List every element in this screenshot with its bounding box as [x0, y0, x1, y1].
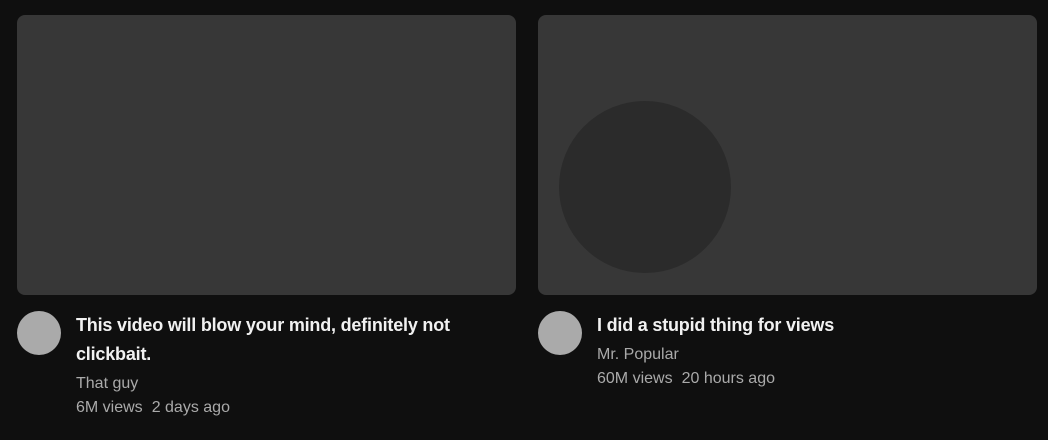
- video-thumbnail[interactable]: [538, 15, 1037, 295]
- video-stats: 6M views 2 days ago: [76, 396, 496, 420]
- channel-avatar[interactable]: [17, 311, 61, 355]
- video-card[interactable]: This video will blow your mind, definite…: [17, 15, 516, 421]
- video-details: I did a stupid thing for views Mr. Popul…: [597, 311, 1017, 391]
- view-count: 60M views: [597, 370, 673, 387]
- video-thumbnail[interactable]: [17, 15, 516, 295]
- video-card[interactable]: I did a stupid thing for views Mr. Popul…: [538, 15, 1037, 421]
- channel-name[interactable]: That guy: [76, 372, 496, 396]
- video-meta: I did a stupid thing for views Mr. Popul…: [538, 311, 1037, 421]
- channel-avatar[interactable]: [538, 311, 582, 355]
- video-meta: This video will blow your mind, definite…: [17, 311, 516, 421]
- upload-age: 20 hours ago: [681, 370, 775, 387]
- video-details: This video will blow your mind, definite…: [76, 311, 496, 420]
- upload-age: 2 days ago: [151, 399, 230, 416]
- view-count: 6M views: [76, 399, 143, 416]
- video-title[interactable]: This video will blow your mind, definite…: [76, 311, 496, 369]
- video-grid: This video will blow your mind, definite…: [0, 0, 1048, 440]
- thumbnail-placeholder-shape: [559, 101, 731, 273]
- video-title[interactable]: I did a stupid thing for views: [597, 311, 1017, 340]
- video-stats: 60M views 20 hours ago: [597, 367, 1017, 391]
- channel-name[interactable]: Mr. Popular: [597, 343, 1017, 367]
